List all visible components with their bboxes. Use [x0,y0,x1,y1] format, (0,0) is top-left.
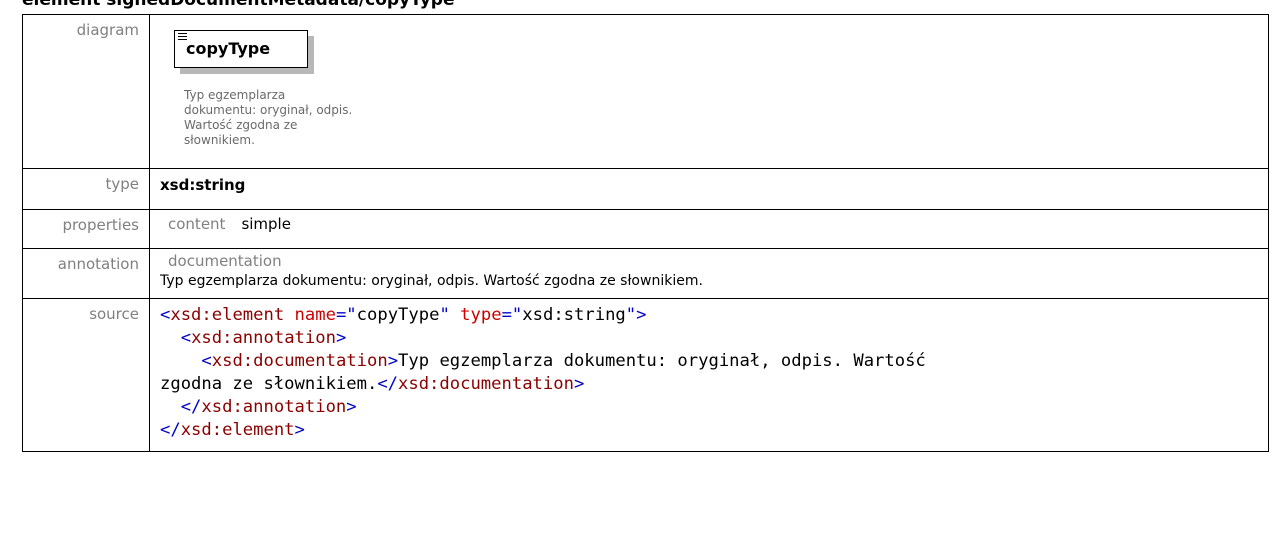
source-token [450,305,460,325]
source-token: name [294,305,336,325]
source-token [160,351,201,371]
source-token: =" [501,305,523,325]
properties-row: properties content simple [22,209,1269,249]
page-title: element signedDocumentMetadata/copyType [22,0,455,10]
source-token: xsd:element [170,305,285,325]
source-label: source [22,298,150,452]
type-label: type [22,168,150,210]
element-name: copyType [186,39,271,58]
element-box[interactable]: copyType [174,30,308,68]
source-line: <xsd:annotation> [160,327,1268,350]
source-token: > [387,351,399,371]
source-token: xsd:documentation [398,374,574,394]
diagram-doc-line: dokumentu: oryginał, odpis. [184,103,353,117]
type-row: type xsd:string [22,168,1269,210]
source-token: > [573,374,585,394]
source-token: xsd:annotation [191,328,336,348]
annotation-label: annotation [22,248,150,299]
source-token [284,305,294,325]
schema-doc-table: diagram type xsd:string properties conte… [22,14,1269,452]
source-token: zgodna ze słownikiem. [160,374,378,394]
source-token: =" [335,305,357,325]
source-token: < [160,305,171,325]
source-code: <xsd:element name="copyType" type="xsd:s… [150,299,1268,442]
diagram-doc-line: Wartość zgodna ze [184,118,298,132]
source-token: < [180,328,192,348]
source-token: xsd:documentation [211,351,388,371]
source-token: > [294,420,305,440]
documentation-key: documentation [168,252,282,270]
diagram-doc-line: Typ egzemplarza [184,88,286,102]
source-row: source <xsd:element name="copyType" type… [22,298,1269,452]
source-line: zgodna ze słownikiem.</xsd:documentation… [160,373,1268,396]
source-token: </ [377,374,399,394]
diagram-documentation: Typ egzemplarza dokumentu: oryginał, odp… [184,88,384,148]
source-line: </xsd:element> [160,419,1268,442]
type-value: xsd:string [160,176,246,194]
element-diagram[interactable]: copyType [174,30,308,68]
source-token: xsd:element [180,420,295,440]
source-token: copyType [356,305,440,325]
source-token: xsd:string [522,305,626,325]
source-token: > [335,328,347,348]
source-token: </ [160,420,181,440]
diagram-doc-line: słownikiem. [184,133,255,147]
source-line: </xsd:annotation> [160,396,1268,419]
source-line: <xsd:documentation>Typ egzemplarza dokum… [160,350,1268,373]
source-token [160,328,181,348]
properties-label: properties [22,209,150,249]
source-token: </ [180,397,202,417]
source-token: " [439,305,450,325]
source-token: > [346,397,357,417]
source-token: type [460,305,502,325]
documentation-text: Typ egzemplarza dokumentu: oryginał, odp… [160,273,703,289]
source-token: "> [625,305,647,325]
source-token: xsd:annotation [201,397,347,417]
source-token: Typ egzemplarza dokumentu: oryginał, odp… [398,351,926,371]
property-key: content [168,215,226,233]
source-token: < [201,351,212,371]
source-token [160,397,181,417]
diagram-label: diagram [22,14,150,169]
property-value: simple [241,215,291,233]
source-line: <xsd:element name="copyType" type="xsd:s… [160,304,1268,327]
annotation-row: annotation documentation Typ egzemplarza … [22,248,1269,299]
